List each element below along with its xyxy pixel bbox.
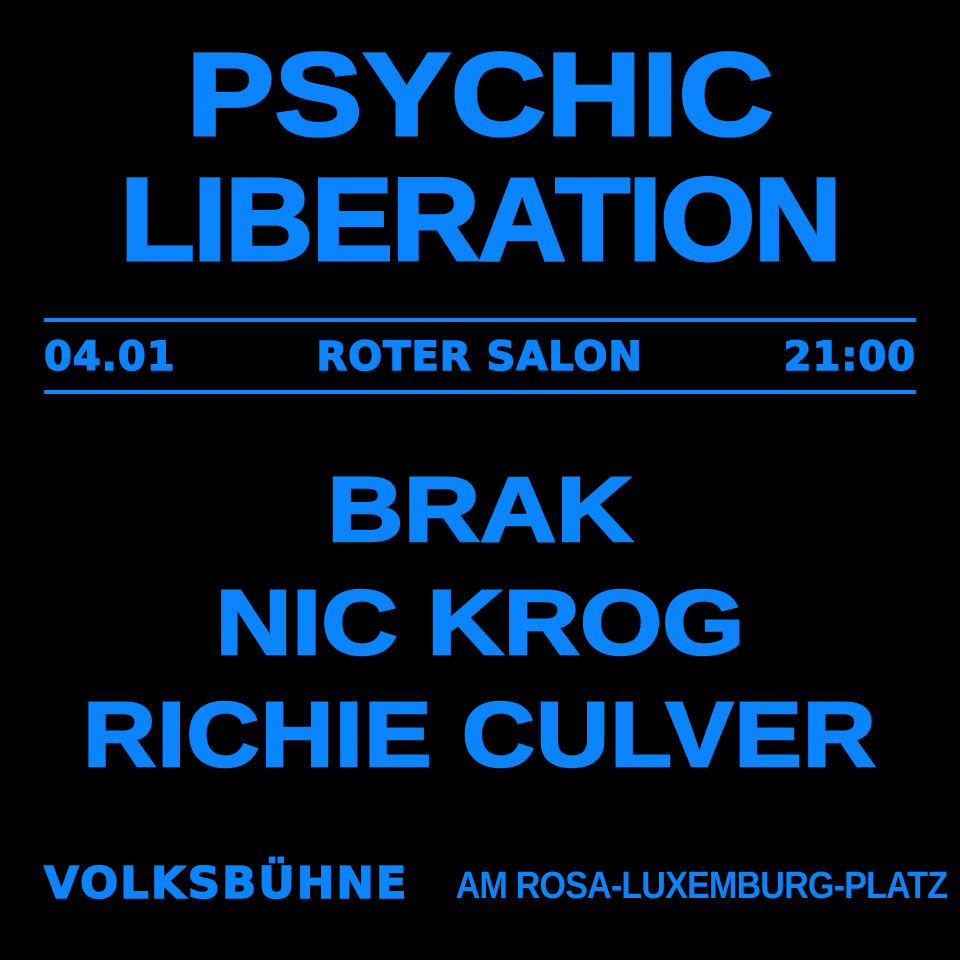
event-date: 04.01 [43,333,176,381]
venue-line: VOLKSBÜHNE AM ROSA-LUXEMBURG-PLATZ [43,857,948,918]
artist-name: BRAK [326,458,635,563]
venue-name: VOLKSBÜHNE [43,857,409,910]
venue-address: AM ROSA-LUXEMBURG-PLATZ [456,865,949,907]
event-room: ROTER SALON [316,333,643,381]
artist-name: NIC KROG [214,571,746,676]
bottom-divider [44,390,916,394]
event-poster: PSYCHIC LIBERATION 04.01 ROTER SALON 21:… [0,0,960,960]
top-divider [44,318,916,322]
title-line-2: LIBERATION [118,153,843,288]
artist-name: RICHIE CULVER [82,683,878,788]
event-info-bar: 04.01 ROTER SALON 21:00 [43,330,916,384]
event-time: 21:00 [783,333,916,381]
